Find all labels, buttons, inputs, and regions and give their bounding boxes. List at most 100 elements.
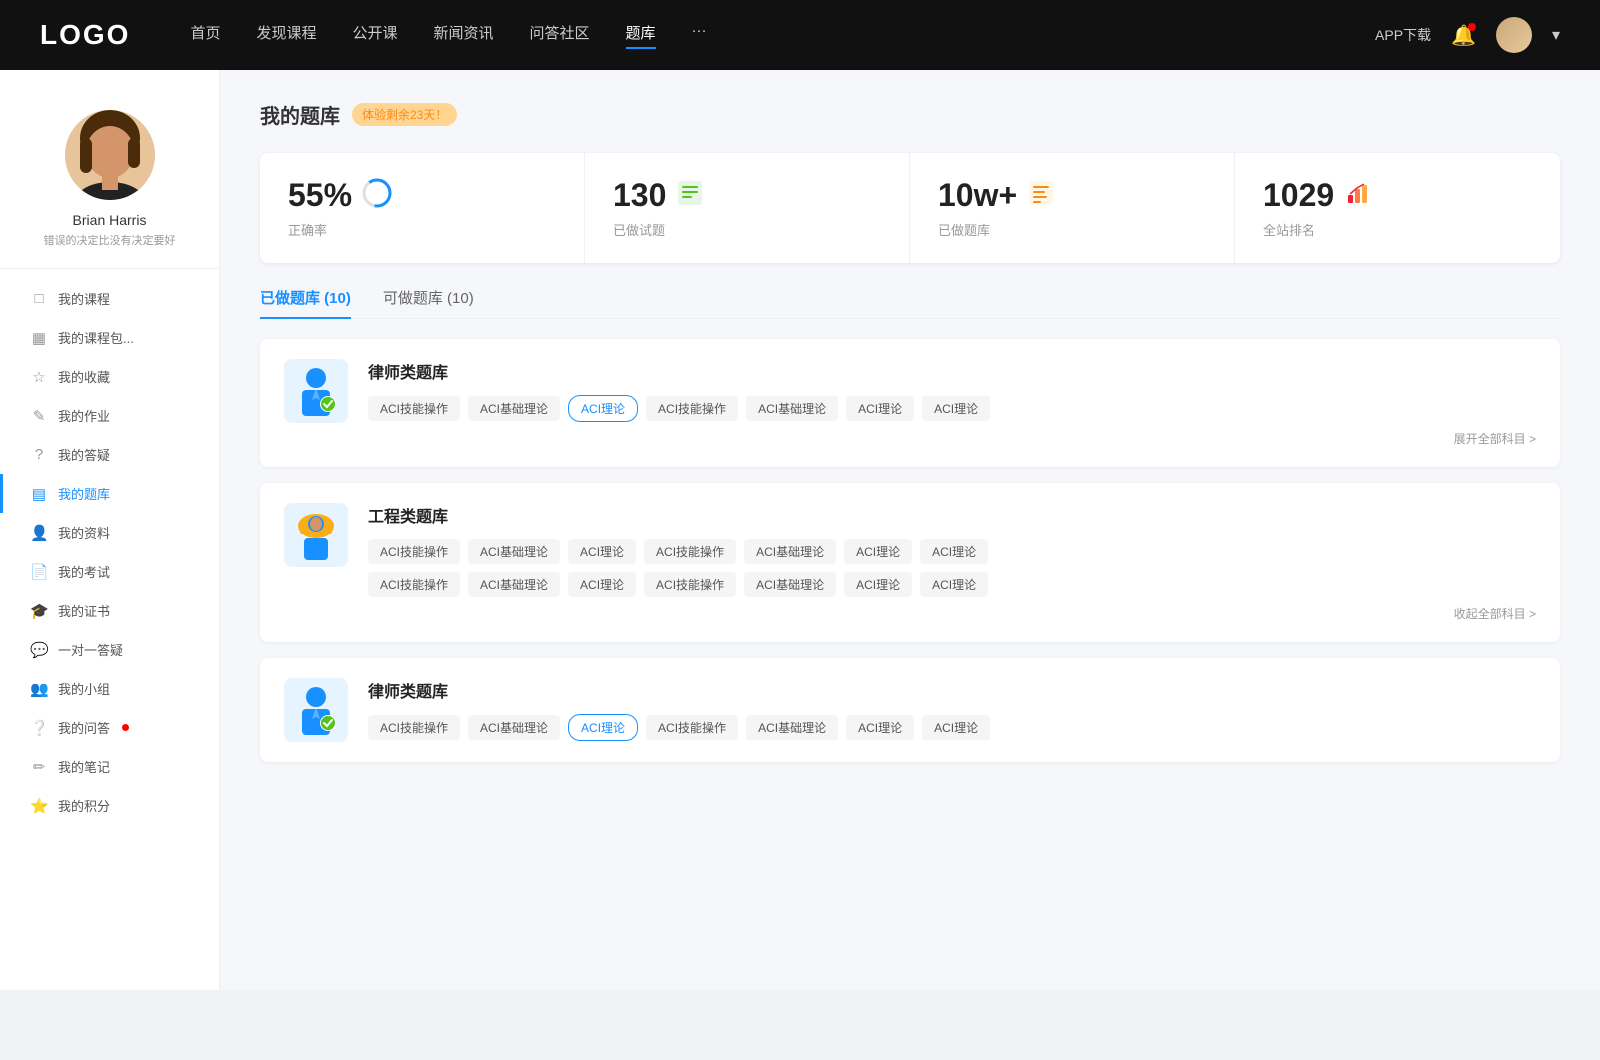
nav-question-bank[interactable]: 题库 xyxy=(626,22,656,49)
tag[interactable]: ACI基础理论 xyxy=(744,539,836,564)
qbank-card-header: 律师类题库 ACI技能操作 ACI基础理论 ACI理论 ACI技能操作 ACI基… xyxy=(284,678,1536,742)
sidebar-item-collection[interactable]: ☆ 我的收藏 xyxy=(0,357,219,396)
qbank-tags-row2: ACI技能操作 ACI基础理论 ACI理论 ACI技能操作 ACI基础理论 AC… xyxy=(368,572,1536,597)
nav-more[interactable]: ··· xyxy=(692,22,707,49)
sidebar-item-question-bank[interactable]: ▤ 我的题库 xyxy=(0,474,219,513)
nav-open-course[interactable]: 公开课 xyxy=(352,22,397,49)
stat-label-done-banks: 已做题库 xyxy=(938,220,1206,239)
sidebar-item-notes[interactable]: ✏ 我的笔记 xyxy=(0,747,219,786)
tag[interactable]: ACI理论 xyxy=(920,539,988,564)
tag[interactable]: ACI技能操作 xyxy=(368,396,460,421)
nav-home[interactable]: 首页 xyxy=(190,22,220,49)
avatar-dropdown-icon[interactable]: ▾ xyxy=(1552,25,1560,45)
tag[interactable]: ACI基础理论 xyxy=(746,715,838,740)
avatar-svg xyxy=(65,110,155,200)
qbank-info: 工程类题库 ACI技能操作 ACI基础理论 ACI理论 ACI技能操作 ACI基… xyxy=(368,503,1536,622)
one-on-one-icon: 💬 xyxy=(30,641,48,659)
group-icon: 👥 xyxy=(30,680,48,698)
bell-icon[interactable]: 🔔 xyxy=(1451,23,1476,48)
tag[interactable]: ACI技能操作 xyxy=(644,572,736,597)
tag[interactable]: ACI理论 xyxy=(922,715,990,740)
sidebar-item-certificate[interactable]: 🎓 我的证书 xyxy=(0,591,219,630)
course-package-icon: ▦ xyxy=(30,329,48,347)
tag[interactable]: ACI基础理论 xyxy=(746,396,838,421)
tag[interactable]: ACI技能操作 xyxy=(368,572,460,597)
qbank-card-lawyer-1: 律师类题库 ACI技能操作 ACI基础理论 ACI理论 ACI技能操作 ACI基… xyxy=(260,339,1560,467)
page-wrapper: Brian Harris 错误的决定比没有决定要好 □ 我的课程 ▦ 我的课程包… xyxy=(0,70,1600,990)
bar-chart-icon xyxy=(1344,179,1372,213)
nav-discover[interactable]: 发现课程 xyxy=(256,22,316,49)
sidebar-item-group[interactable]: 👥 我的小组 xyxy=(0,669,219,708)
tag[interactable]: ACI理论 xyxy=(844,572,912,597)
stats-row: 55% 正确率 130 xyxy=(260,153,1560,263)
bell-dot xyxy=(1468,23,1476,31)
sidebar-item-exam[interactable]: 📄 我的考试 xyxy=(0,552,219,591)
qbank-title: 律师类题库 xyxy=(368,678,1536,702)
certificate-icon: 🎓 xyxy=(30,602,48,620)
engineer-icon xyxy=(294,510,338,560)
tag[interactable]: ACI技能操作 xyxy=(368,539,460,564)
stat-value-ranking: 1029 xyxy=(1263,177,1532,214)
sidebar-item-points[interactable]: ⭐ 我的积分 xyxy=(0,786,219,825)
tag-active[interactable]: ACI理论 xyxy=(568,395,638,422)
tag[interactable]: ACI理论 xyxy=(920,572,988,597)
question-bank-icon: ▤ xyxy=(30,485,48,503)
qa-notification-dot xyxy=(122,724,129,731)
tag[interactable]: ACI基础理论 xyxy=(468,715,560,740)
expand-link[interactable]: 展开全部科目 > xyxy=(368,430,1536,447)
tab-done-banks[interactable]: 已做题库 (10) xyxy=(260,287,351,318)
stat-accuracy: 55% 正确率 xyxy=(260,153,585,263)
tag[interactable]: ACI基础理论 xyxy=(468,539,560,564)
tag[interactable]: ACI理论 xyxy=(846,396,914,421)
qa-icon: ? xyxy=(30,446,48,463)
qbank-info: 律师类题库 ACI技能操作 ACI基础理论 ACI理论 ACI技能操作 ACI基… xyxy=(368,359,1536,447)
my-qa-icon: ❔ xyxy=(30,719,48,737)
sidebar-item-label: 我的收藏 xyxy=(58,367,110,386)
page-title-row: 我的题库 体验剩余23天！ xyxy=(260,100,1560,129)
homework-icon: ✎ xyxy=(30,407,48,425)
tag[interactable]: ACI理论 xyxy=(568,539,636,564)
tag[interactable]: ACI技能操作 xyxy=(646,715,738,740)
points-icon: ⭐ xyxy=(30,797,48,815)
sidebar-item-label: 我的笔记 xyxy=(58,757,110,776)
collection-icon: ☆ xyxy=(30,368,48,386)
sidebar-item-label: 一对一答疑 xyxy=(58,640,123,659)
sidebar-item-homework[interactable]: ✎ 我的作业 xyxy=(0,396,219,435)
collapse-link[interactable]: 收起全部科目 > xyxy=(368,605,1536,622)
app-download[interactable]: APP下载 xyxy=(1375,25,1431,45)
tag[interactable]: ACI基础理论 xyxy=(468,572,560,597)
tag[interactable]: ACI基础理论 xyxy=(744,572,836,597)
sidebar-item-my-course[interactable]: □ 我的课程 xyxy=(0,279,219,318)
sidebar-item-label: 我的积分 xyxy=(58,796,110,815)
tag[interactable]: ACI理论 xyxy=(844,539,912,564)
sidebar-item-label: 我的问答 xyxy=(58,718,110,737)
avatar[interactable] xyxy=(1496,17,1532,53)
stat-label-ranking: 全站排名 xyxy=(1263,220,1532,239)
sidebar-item-one-on-one[interactable]: 💬 一对一答疑 xyxy=(0,630,219,669)
tab-available-banks[interactable]: 可做题库 (10) xyxy=(383,287,474,318)
sidebar-item-qa[interactable]: ? 我的答疑 xyxy=(0,435,219,474)
stat-done-questions: 130 已做试题 xyxy=(585,153,910,263)
tag[interactable]: ACI技能操作 xyxy=(368,715,460,740)
stat-ranking: 1029 全站排名 xyxy=(1235,153,1560,263)
tag[interactable]: ACI技能操作 xyxy=(644,539,736,564)
sidebar-item-label: 我的答疑 xyxy=(58,445,110,464)
tag[interactable]: ACI理论 xyxy=(568,572,636,597)
tag[interactable]: ACI基础理论 xyxy=(468,396,560,421)
tag-active[interactable]: ACI理论 xyxy=(568,714,638,741)
navbar-right: APP下载 🔔 ▾ xyxy=(1375,17,1560,53)
sidebar-item-label: 我的题库 xyxy=(58,484,110,503)
doc-icon xyxy=(1027,179,1055,213)
sidebar-item-course-package[interactable]: ▦ 我的课程包... xyxy=(0,318,219,357)
qbank-title: 工程类题库 xyxy=(368,503,1536,527)
tag[interactable]: ACI理论 xyxy=(846,715,914,740)
tag[interactable]: ACI理论 xyxy=(922,396,990,421)
sidebar-item-label: 我的小组 xyxy=(58,679,110,698)
profile-avatar xyxy=(65,110,155,200)
sidebar-item-my-qa[interactable]: ❔ 我的问答 xyxy=(0,708,219,747)
list-icon xyxy=(676,179,704,213)
nav-qa[interactable]: 问答社区 xyxy=(530,22,590,49)
tag[interactable]: ACI技能操作 xyxy=(646,396,738,421)
nav-news[interactable]: 新闻资讯 xyxy=(434,22,494,49)
sidebar-item-profile[interactable]: 👤 我的资料 xyxy=(0,513,219,552)
